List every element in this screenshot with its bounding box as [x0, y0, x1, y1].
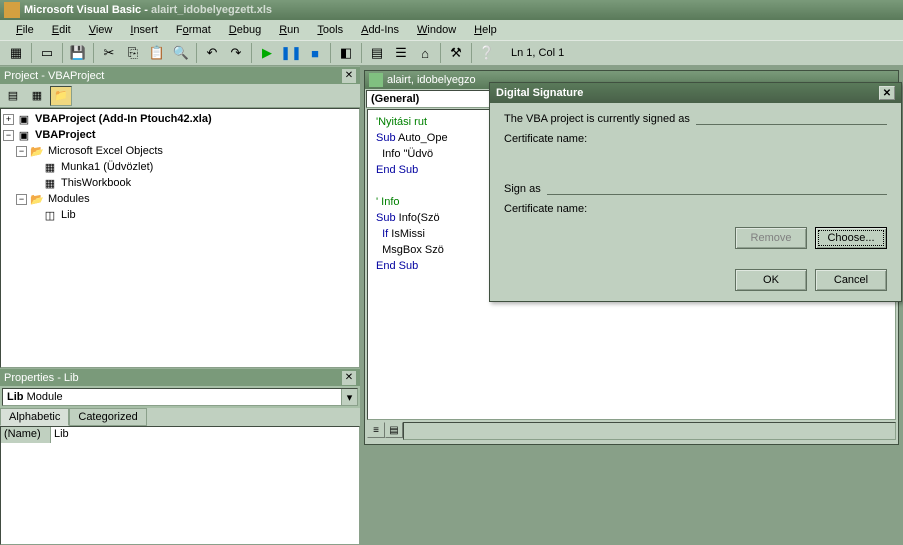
- app-icon: [4, 2, 20, 18]
- titlebar: Microsoft Visual Basic - alairt_idobelye…: [0, 0, 903, 20]
- tree-toggle[interactable]: −: [16, 146, 27, 157]
- tree-folder[interactable]: Modules: [48, 193, 90, 205]
- view-code-icon[interactable]: ▤: [2, 86, 24, 106]
- property-row[interactable]: (Name) Lib: [1, 427, 359, 443]
- tool-run-icon[interactable]: ▶: [256, 42, 278, 64]
- folder-icon: 📂: [29, 144, 45, 158]
- menu-format[interactable]: Format: [168, 22, 219, 38]
- view-object-icon[interactable]: ▦: [26, 86, 48, 106]
- toolbar: ▦ ▭ 💾 ✂ ⎘ 📋 🔍 ↶ ↷ ▶ ❚❚ ■ ◧ ▤ ☰ ⌂ ⚒ ❔ Ln …: [0, 40, 903, 66]
- full-module-view-icon[interactable]: ▤: [385, 422, 403, 438]
- tool-stop-icon[interactable]: ■: [304, 42, 326, 64]
- tree-module[interactable]: Lib: [61, 209, 76, 221]
- tree-sheet[interactable]: Munka1 (Üdvözlet): [61, 161, 153, 173]
- chevron-down-icon[interactable]: ▾: [341, 389, 357, 405]
- tree-folder[interactable]: Microsoft Excel Objects: [48, 145, 163, 157]
- properties-object-combo[interactable]: Lib Module ▾: [2, 388, 358, 406]
- tab-categorized[interactable]: Categorized: [69, 408, 146, 426]
- project-panel-close-icon[interactable]: ✕: [342, 69, 356, 83]
- menu-insert[interactable]: Insert: [122, 22, 166, 38]
- property-value[interactable]: Lib: [51, 427, 359, 443]
- menu-help[interactable]: Help: [466, 22, 505, 38]
- sign-as-value: [547, 183, 887, 195]
- menu-run[interactable]: Run: [271, 22, 307, 38]
- ok-button[interactable]: OK: [735, 269, 807, 291]
- tab-alphabetic[interactable]: Alphabetic: [0, 408, 69, 426]
- tool-help-icon[interactable]: ❔: [476, 42, 498, 64]
- digital-signature-dialog: Digital Signature ✕ The VBA project is c…: [489, 82, 902, 302]
- menu-tools[interactable]: Tools: [309, 22, 351, 38]
- project-icon: ▣: [16, 128, 32, 142]
- tool-pause-icon[interactable]: ❚❚: [280, 42, 302, 64]
- titlebar-text: Microsoft Visual Basic - alairt_idobelye…: [24, 4, 899, 16]
- menubar: File Edit View Insert Format Debug Run T…: [0, 20, 903, 40]
- cursor-position: Ln 1, Col 1: [505, 47, 570, 59]
- horizontal-scrollbar[interactable]: [403, 422, 896, 440]
- properties-grid[interactable]: (Name) Lib: [0, 426, 360, 545]
- module-icon: ◫: [42, 208, 58, 222]
- tool-paste-icon[interactable]: 📋: [146, 42, 168, 64]
- tool-redo-icon[interactable]: ↷: [225, 42, 247, 64]
- menu-window[interactable]: Window: [409, 22, 464, 38]
- tree-project[interactable]: VBAProject: [35, 129, 96, 141]
- tool-insert-icon[interactable]: ▭: [36, 42, 58, 64]
- toggle-folders-icon[interactable]: 📁: [50, 86, 72, 106]
- tool-save-icon[interactable]: 💾: [67, 42, 89, 64]
- project-icon: ▣: [16, 112, 32, 126]
- dialog-titlebar[interactable]: Digital Signature ✕: [490, 83, 901, 103]
- signed-as-value: [696, 113, 887, 125]
- tool-toolbox-icon[interactable]: ⚒: [445, 42, 467, 64]
- menu-file[interactable]: File: [8, 22, 42, 38]
- tool-undo-icon[interactable]: ↶: [201, 42, 223, 64]
- module-icon: [369, 73, 383, 87]
- project-panel-header: Project - VBAProject ✕: [0, 66, 360, 84]
- signed-as-label: The VBA project is currently signed as: [504, 113, 690, 125]
- sign-as-label: Sign as: [504, 183, 541, 195]
- project-toolbar: ▤ ▦ 📁: [0, 84, 360, 108]
- property-name: (Name): [1, 427, 51, 443]
- cert-name-label: Certificate name:: [504, 133, 587, 145]
- tree-toggle[interactable]: +: [3, 114, 14, 125]
- folder-icon: 📂: [29, 192, 45, 206]
- tree-project[interactable]: VBAProject (Add-In Ptouch42.xla): [35, 113, 212, 125]
- tree-workbook[interactable]: ThisWorkbook: [61, 177, 131, 189]
- menu-edit[interactable]: Edit: [44, 22, 79, 38]
- cancel-button[interactable]: Cancel: [815, 269, 887, 291]
- cert-name-label-2: Certificate name:: [504, 203, 587, 215]
- tool-explorer-icon[interactable]: ▤: [366, 42, 388, 64]
- tree-toggle[interactable]: −: [16, 194, 27, 205]
- tool-browser-icon[interactable]: ⌂: [414, 42, 436, 64]
- menu-debug[interactable]: Debug: [221, 22, 269, 38]
- tool-design-icon[interactable]: ◧: [335, 42, 357, 64]
- menu-addins[interactable]: Add-Ins: [353, 22, 407, 38]
- tool-excel-icon[interactable]: ▦: [5, 42, 27, 64]
- dialog-close-icon[interactable]: ✕: [879, 86, 895, 100]
- choose-button[interactable]: Choose...: [815, 227, 887, 249]
- tool-cut-icon[interactable]: ✂: [98, 42, 120, 64]
- tool-copy-icon[interactable]: ⎘: [122, 42, 144, 64]
- tool-props-icon[interactable]: ☰: [390, 42, 412, 64]
- tool-find-icon[interactable]: 🔍: [170, 42, 192, 64]
- workbook-icon: ▦: [42, 176, 58, 190]
- tree-toggle[interactable]: −: [3, 130, 14, 141]
- properties-panel-close-icon[interactable]: ✕: [342, 371, 356, 385]
- project-tree[interactable]: +▣VBAProject (Add-In Ptouch42.xla) −▣VBA…: [0, 108, 360, 368]
- sheet-icon: ▦: [42, 160, 58, 174]
- procedure-view-icon[interactable]: ≡: [367, 422, 385, 438]
- remove-button: Remove: [735, 227, 807, 249]
- menu-view[interactable]: View: [81, 22, 121, 38]
- properties-tabs: Alphabetic Categorized: [0, 408, 360, 426]
- properties-panel-header: Properties - Lib ✕: [0, 368, 360, 386]
